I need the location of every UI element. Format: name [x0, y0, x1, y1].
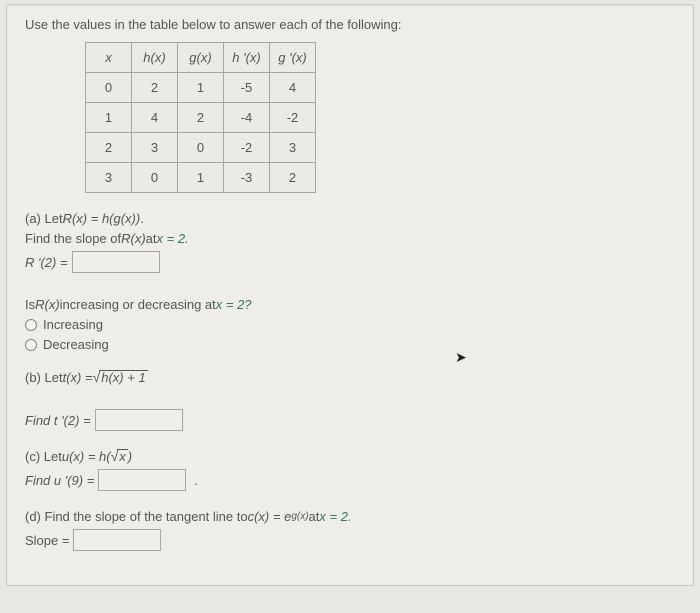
values-table: x h(x) g(x) h '(x) g '(x) 0 2 1 -5 4 1 4…: [85, 42, 316, 193]
part-a-find-val: x = 2.: [157, 231, 189, 246]
part-a-q2: Is R(x) increasing or decreasing at x = …: [25, 297, 675, 312]
col-h: h(x): [132, 43, 178, 73]
worksheet-page: Use the values in the table below to ans…: [6, 4, 694, 586]
part-d: (d) Find the slope of the tangent line t…: [25, 509, 675, 551]
option-increasing-label: Increasing: [43, 317, 103, 332]
col-x: x: [86, 43, 132, 73]
rprime2-input[interactable]: [72, 251, 160, 273]
part-a-find-mid: R(x): [121, 231, 146, 246]
part-a-answer-row: R '(2) =: [25, 251, 675, 273]
q2-post: increasing or decreasing at: [60, 297, 216, 312]
slope-input[interactable]: [73, 529, 161, 551]
option-increasing-row: Increasing: [25, 317, 675, 332]
q2-mid: R(x): [35, 297, 60, 312]
cell: 4: [132, 103, 178, 133]
part-c-lhs: u(x) = h(: [62, 449, 111, 464]
part-c-answer-row: Find u '(9) = .: [25, 469, 675, 491]
cell: 1: [86, 103, 132, 133]
part-c: (c) Let u(x) = h( √ x ) Find u '(9) = .: [25, 449, 675, 491]
cell: 1: [178, 163, 224, 193]
col-gp: g '(x): [270, 43, 316, 73]
part-d-lhs: c(x) = e: [248, 509, 292, 524]
cell: 1: [178, 73, 224, 103]
cell: 2: [178, 103, 224, 133]
part-c-under: x: [117, 449, 128, 464]
part-d-definition: (d) Find the slope of the tangent line t…: [25, 509, 675, 524]
part-a-definition: (a) Let R(x) = h(g(x)) .: [25, 211, 675, 226]
period: .: [190, 473, 197, 488]
cell: 2: [86, 133, 132, 163]
cell: 0: [178, 133, 224, 163]
part-b-lhs: t(x) =: [63, 370, 93, 385]
part-d-label: (d) Find the slope of the tangent line t…: [25, 509, 248, 524]
part-b-definition: (b) Let t(x) = √ h(x) + 1: [25, 370, 675, 385]
cell: -3: [224, 163, 270, 193]
cell: -5: [224, 73, 270, 103]
option-decreasing-row: Decreasing: [25, 337, 675, 352]
part-d-ans-lhs: Slope =: [25, 533, 69, 548]
cell: 3: [86, 163, 132, 193]
part-b-under: h(x) + 1: [99, 370, 147, 385]
table-header-row: x h(x) g(x) h '(x) g '(x): [86, 43, 316, 73]
radio-increasing[interactable]: [25, 319, 37, 331]
table-row: 2 3 0 -2 3: [86, 133, 316, 163]
part-a-find: Find the slope of R(x) at x = 2.: [25, 231, 675, 246]
part-c-rparen: ): [128, 449, 132, 464]
part-b-find-lhs: Find t '(2) =: [25, 413, 91, 428]
cell: -4: [224, 103, 270, 133]
col-g: g(x): [178, 43, 224, 73]
part-d-answer-row: Slope =: [25, 529, 675, 551]
part-c-label: (c) Let: [25, 449, 62, 464]
cell: 2: [132, 73, 178, 103]
part-a: (a) Let R(x) = h(g(x)) . Find the slope …: [25, 211, 675, 352]
radio-decreasing[interactable]: [25, 339, 37, 351]
table-row: 1 4 2 -4 -2: [86, 103, 316, 133]
q2-val: x = 2?: [216, 297, 252, 312]
sqrt-icon: √ h(x) + 1: [93, 370, 148, 385]
tprime2-input[interactable]: [95, 409, 183, 431]
part-a-find-at: at: [146, 231, 157, 246]
sqrt-icon: √ x: [111, 449, 128, 464]
part-d-exp: g(x): [291, 511, 308, 522]
part-a-label: (a) Let: [25, 211, 63, 226]
part-d-val: x = 2.: [319, 509, 351, 524]
cell: 0: [86, 73, 132, 103]
cell: -2: [224, 133, 270, 163]
cell: 4: [270, 73, 316, 103]
part-b-answer-row: Find t '(2) =: [25, 409, 675, 431]
col-hp: h '(x): [224, 43, 270, 73]
part-a-ans-lhs: R '(2) =: [25, 255, 68, 270]
q2-pre: Is: [25, 297, 35, 312]
cell: -2: [270, 103, 316, 133]
cell: 3: [270, 133, 316, 163]
cell: 3: [132, 133, 178, 163]
cell: 2: [270, 163, 316, 193]
part-c-definition: (c) Let u(x) = h( √ x ): [25, 449, 675, 464]
part-d-at: at: [309, 509, 320, 524]
part-b: (b) Let t(x) = √ h(x) + 1 Find t '(2) =: [25, 370, 675, 431]
part-a-find-pre: Find the slope of: [25, 231, 121, 246]
part-a-def-dot: .: [140, 211, 144, 226]
cell: 0: [132, 163, 178, 193]
table-row: 3 0 1 -3 2: [86, 163, 316, 193]
option-decreasing-label: Decreasing: [43, 337, 109, 352]
part-c-find-lhs: Find u '(9) =: [25, 473, 94, 488]
part-a-def: R(x) = h(g(x)): [63, 211, 141, 226]
part-b-label: (b) Let: [25, 370, 63, 385]
uprime9-input[interactable]: [98, 469, 186, 491]
table-row: 0 2 1 -5 4: [86, 73, 316, 103]
instructions-text: Use the values in the table below to ans…: [25, 17, 675, 32]
